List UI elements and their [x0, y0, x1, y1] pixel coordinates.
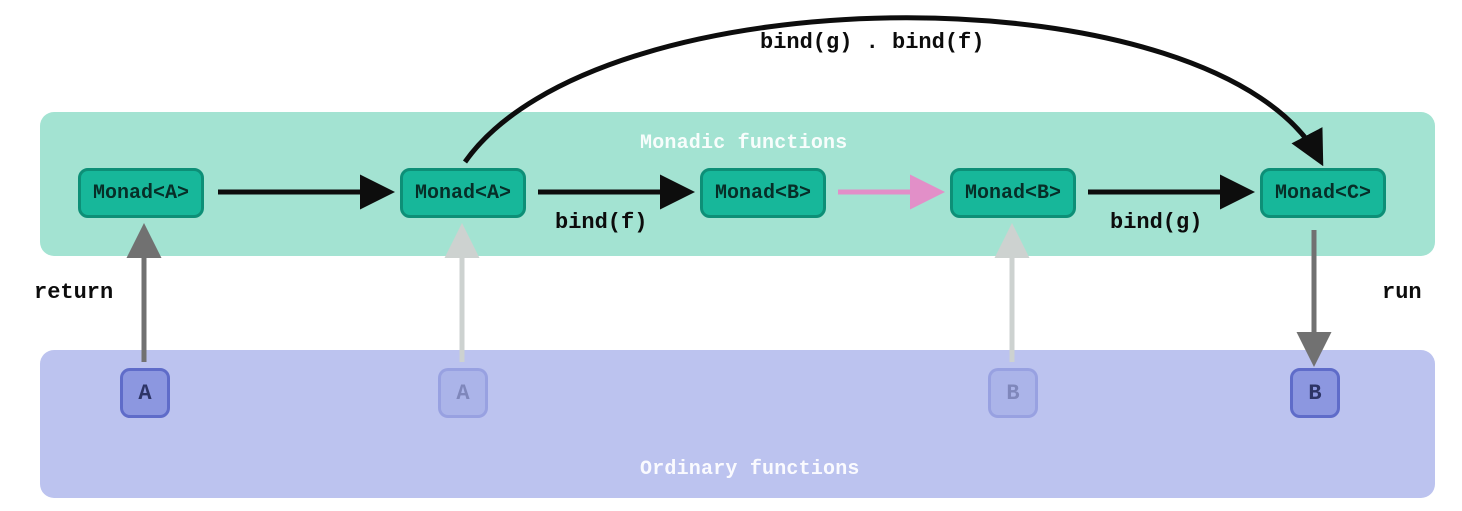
diagram-root: Monadic functions Ordinary functions Mon…	[0, 0, 1462, 511]
ordinary-region-label: Ordinary functions	[640, 458, 860, 481]
node-label: Monad<A>	[415, 182, 511, 205]
node-label: Monad<A>	[93, 182, 189, 205]
monad-a-0: Monad<A>	[78, 168, 204, 218]
bind-f-label: bind(f)	[555, 210, 647, 235]
node-label: A	[456, 381, 469, 406]
node-label: Monad<B>	[715, 182, 811, 205]
return-label: return	[34, 280, 113, 305]
monad-a-1: Monad<A>	[400, 168, 526, 218]
node-label: Monad<C>	[1275, 182, 1371, 205]
value-a-0: A	[120, 368, 170, 418]
node-label: A	[138, 381, 151, 406]
value-a-1-faded: A	[438, 368, 488, 418]
monadic-region-label: Monadic functions	[640, 132, 847, 155]
composed-label: bind(g) . bind(f)	[760, 30, 984, 55]
value-b-0-faded: B	[988, 368, 1038, 418]
monad-b-0: Monad<B>	[700, 168, 826, 218]
node-label: B	[1006, 381, 1019, 406]
bind-g-label: bind(g)	[1110, 210, 1202, 235]
value-b-1: B	[1290, 368, 1340, 418]
node-label: Monad<B>	[965, 182, 1061, 205]
monad-b-1: Monad<B>	[950, 168, 1076, 218]
node-label: B	[1308, 381, 1321, 406]
run-label: run	[1382, 280, 1422, 305]
monad-c: Monad<C>	[1260, 168, 1386, 218]
